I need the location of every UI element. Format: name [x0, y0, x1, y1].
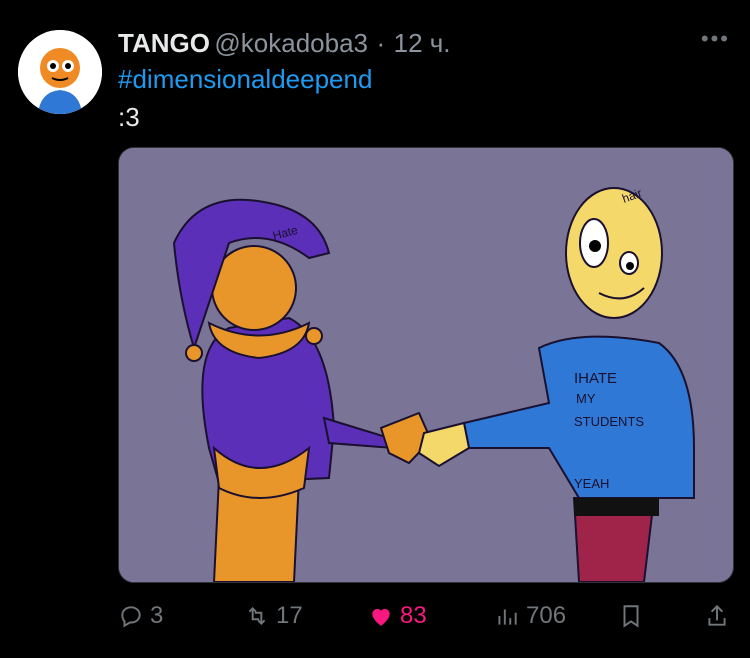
more-icon[interactable]: •••	[701, 26, 730, 52]
tweet-header: TANGO @kokadoba3 · 12 ч. •••	[118, 26, 730, 58]
like-count: 83	[400, 602, 427, 629]
reply-count: 3	[150, 602, 164, 629]
display-name[interactable]: TANGO	[118, 28, 210, 58]
bookmark-button[interactable]	[618, 596, 644, 636]
shirt-text-4: YEAH	[574, 476, 609, 491]
views-count: 706	[526, 602, 567, 629]
timestamp[interactable]: 12 ч.	[394, 28, 451, 58]
shirt-text-2: MY	[576, 391, 596, 406]
views-chart-icon	[498, 609, 517, 625]
shirt-text-3: STUDENTS	[574, 414, 644, 429]
retweet-count: 17	[276, 602, 303, 629]
action-bar: 3 17 83 706	[0, 596, 750, 636]
bookmark-icon	[623, 605, 639, 628]
share-icon	[708, 604, 726, 626]
avatar[interactable]	[18, 30, 102, 114]
drawing-illustration: Hate hair IHATE MY STUDENTS YEAH	[119, 148, 733, 582]
retweet-button[interactable]: 17	[244, 596, 303, 636]
reply-button[interactable]: 3	[118, 596, 163, 636]
shirt-text-1: IHATE	[574, 370, 617, 387]
heart-icon	[372, 608, 390, 626]
like-button[interactable]: 83	[368, 596, 427, 636]
reply-icon	[121, 606, 141, 628]
media-image[interactable]: Hate hair IHATE MY STUDENTS YEAH	[118, 147, 734, 583]
separator-dot: ·	[376, 28, 386, 58]
views-button[interactable]: 706	[494, 596, 566, 636]
tweet-text: :3	[118, 102, 140, 132]
avatar-image	[18, 30, 102, 114]
hashtag-link[interactable]: #dimensionaldeepend	[118, 64, 372, 95]
user-handle[interactable]: @kokadoba3	[214, 28, 368, 58]
share-button[interactable]	[704, 596, 730, 636]
retweet-icon	[248, 607, 266, 625]
